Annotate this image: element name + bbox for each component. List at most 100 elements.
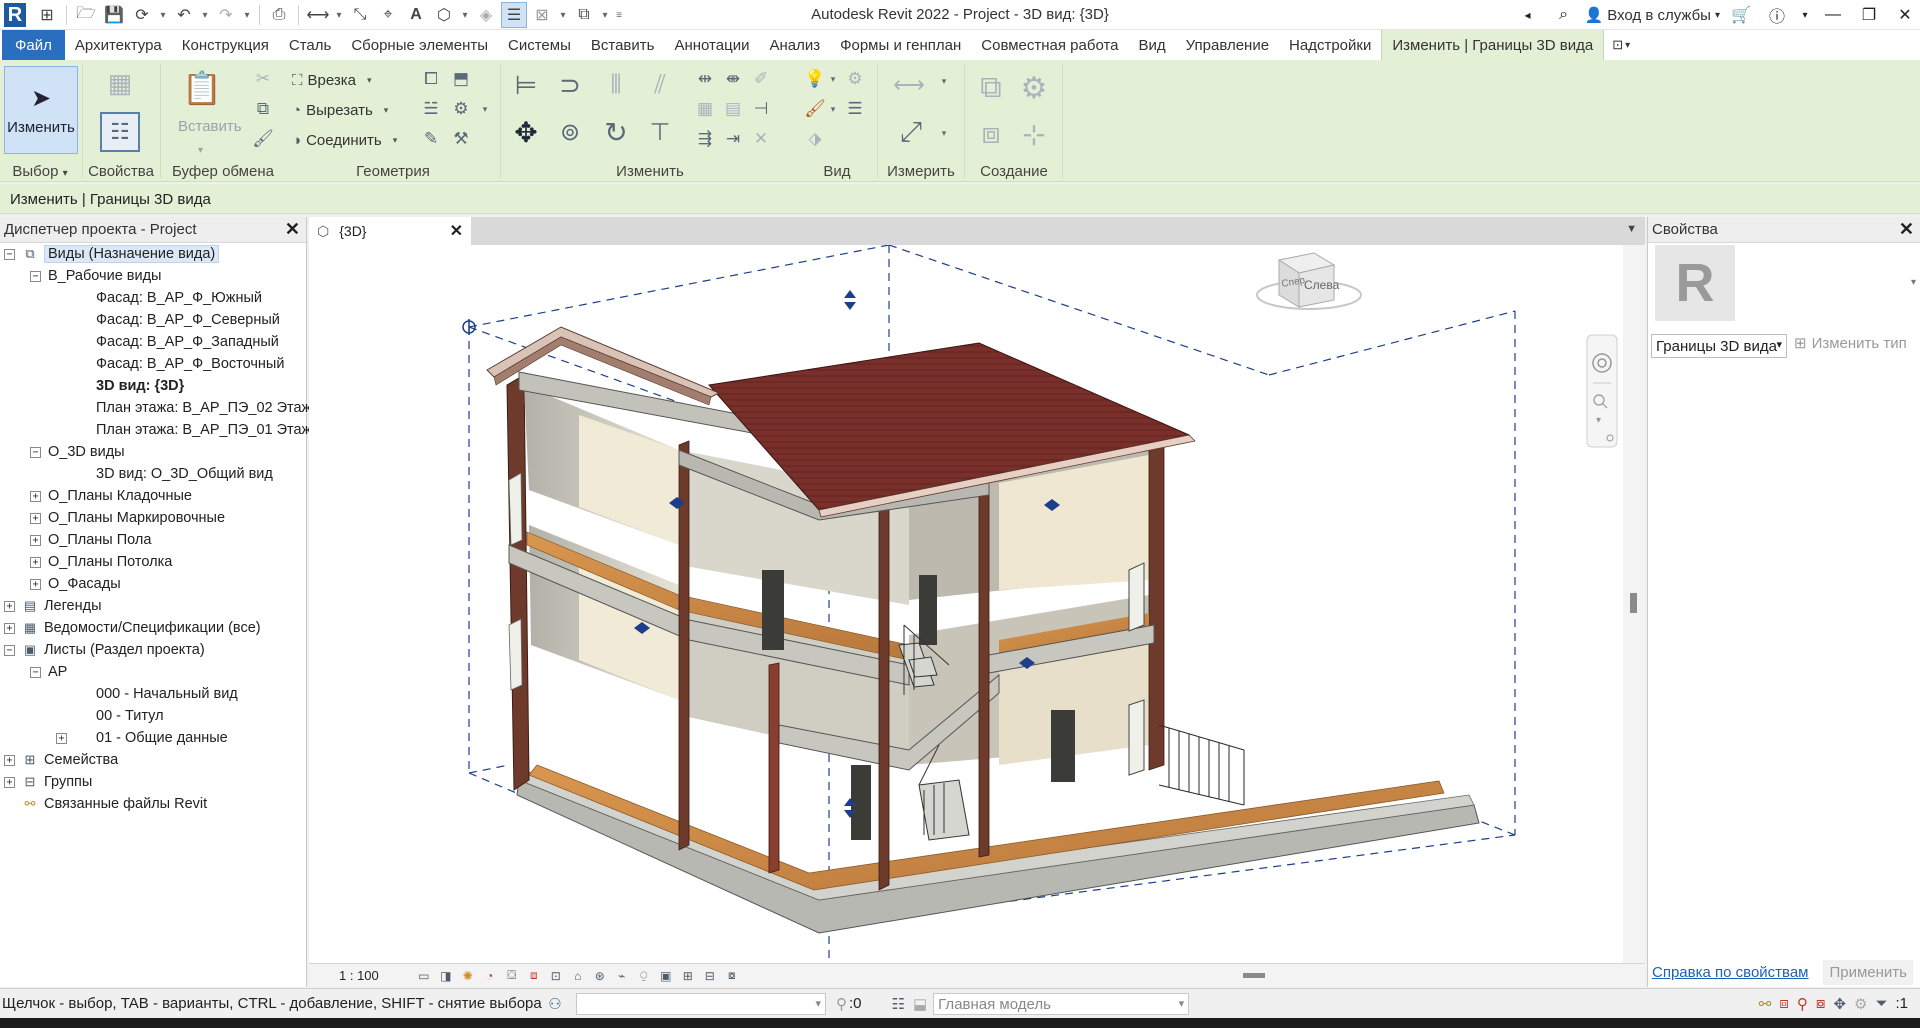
tab-massing-site[interactable]: Формы и генплан (830, 30, 971, 60)
dimension-icon[interactable]: ⤡ (347, 2, 373, 28)
restore-icon[interactable]: ❐ (1854, 0, 1884, 30)
tab-architecture[interactable]: Архитектура (65, 30, 172, 60)
tree-item[interactable]: План этажа: В_АР_ПЭ_01 Этаж (0, 419, 311, 441)
expand-icon[interactable]: + (4, 776, 15, 788)
trim-extend-icon[interactable]: ⊤ (642, 114, 678, 150)
tree-item[interactable]: 000 - Начальный вид (0, 683, 306, 705)
view-canvas[interactable]: Спер Слева ▾ (309, 244, 1623, 963)
copy-element-icon[interactable]: ⊚ (552, 114, 588, 150)
close-tab-icon[interactable]: ✕ (450, 221, 463, 241)
cut-geometry-button[interactable]: ◔ Вырезать ▾ (292, 98, 388, 122)
tree-item[interactable]: − ▣ Листы (Раздел проекта) (0, 639, 306, 661)
crop-view-icon[interactable]: ⧈ (523, 967, 545, 985)
paste-icon[interactable]: 📋 (182, 68, 222, 108)
tree-item[interactable]: 3D вид: О_3D_Общий вид (0, 463, 306, 485)
copy-icon[interactable]: ⧉ (250, 98, 276, 120)
filter-icon[interactable]: ⏷ (1875, 995, 1887, 1012)
create-parts-icon[interactable]: ⚙ (1014, 68, 1054, 108)
save-icon[interactable]: 💾 (101, 2, 127, 28)
create-group-icon[interactable]: ⧈ (970, 114, 1012, 154)
properties-icon[interactable]: ☷ (100, 112, 140, 152)
expand-icon[interactable]: + (30, 578, 41, 590)
tree-item[interactable]: Фасад: В_АР_Ф_Восточный (0, 353, 306, 375)
panel-label-select[interactable]: Выбор ▾ (0, 163, 80, 180)
select-links-icon[interactable]: ⚯ (1759, 995, 1772, 1013)
open-icon[interactable]: 🗁 (73, 2, 99, 28)
worksharing-icon[interactable]: ⍜ (633, 967, 655, 985)
type-properties-icon[interactable]: ▦ (102, 68, 138, 98)
tree-item[interactable]: + О_Фасады (0, 573, 306, 595)
highlight-displacement-icon[interactable]: ⊞ (677, 967, 699, 985)
tree-item[interactable]: − В_Рабочие виды (0, 265, 306, 287)
wall-joins-icon[interactable]: ⧠ (418, 68, 444, 90)
rotate-icon[interactable]: ↻ (598, 114, 634, 150)
section-icon[interactable]: ◈ (473, 2, 499, 28)
demolish-icon[interactable]: ☱ (418, 98, 444, 120)
sun-path-icon[interactable]: ✺ (457, 967, 479, 985)
match-properties-icon[interactable]: 🖌 (250, 128, 276, 150)
minimize-icon[interactable]: — (1818, 0, 1848, 30)
editable-only-icon[interactable]: ⚲ (836, 995, 847, 1013)
shadows-icon[interactable]: ◔ (479, 967, 501, 985)
create-assembly-icon[interactable]: ⧉ (970, 68, 1012, 108)
select-by-face-icon[interactable]: ⧇ (1816, 995, 1826, 1012)
expand-icon[interactable]: + (4, 600, 15, 612)
tree-item[interactable]: − О_3D виды (0, 441, 306, 463)
3d-model-view[interactable]: Спер Слева ▾ (309, 244, 1623, 963)
trim-multiple-icon[interactable]: ⇶ (692, 128, 718, 150)
3d-view-icon[interactable]: ⬡ (431, 2, 457, 28)
workset-icon[interactable]: ⚇ (542, 995, 568, 1013)
tab-steel[interactable]: Сталь (279, 30, 341, 60)
rendering-icon[interactable]: ⛋ (501, 967, 523, 985)
design-options-icon[interactable]: ☷ (892, 995, 905, 1013)
split-gap-icon[interactable]: ⇼ (720, 68, 746, 90)
measure-icon[interactable]: ⟷ (305, 2, 331, 28)
chevron-down-icon[interactable]: ▾ (472, 98, 498, 120)
tree-item[interactable]: − ⧉ Виды (Назначение вида) (0, 243, 306, 265)
array-icon[interactable]: ▦ (692, 98, 718, 120)
tree-item[interactable]: 00 - Титул (0, 705, 306, 727)
aligned-dimension-icon[interactable]: ⤢ (891, 112, 931, 152)
tab-insert[interactable]: Вставить (581, 30, 665, 60)
horizontal-scrollbar-thumb[interactable] (1243, 973, 1265, 978)
tab-collaborate[interactable]: Совместная работа (971, 30, 1128, 60)
create-similar-icon[interactable]: ⊹ (1014, 114, 1054, 154)
redo-dropdown-icon[interactable]: ▾ (241, 2, 253, 28)
analytical-model-icon[interactable]: ▣ (655, 967, 677, 985)
type-selector[interactable]: Границы 3D вида ▾ (1651, 334, 1787, 358)
delete-icon[interactable]: ✕ (748, 128, 774, 150)
sync-icon[interactable]: ⟳ (129, 2, 155, 28)
tree-item[interactable]: + О_Планы Пола (0, 529, 306, 551)
revit-logo-icon[interactable]: R (4, 3, 26, 27)
scale-icon[interactable]: ▤ (720, 98, 746, 120)
reveal-hidden-icon[interactable]: ⌁ (611, 967, 633, 985)
switch-windows-dropdown-icon[interactable]: ▾ (599, 2, 611, 28)
tree-item[interactable]: + О_Планы Кладочные (0, 485, 306, 507)
text-icon[interactable]: A (403, 2, 429, 28)
rotate-grip-icon[interactable] (462, 319, 476, 335)
main-model-icon[interactable]: ⬓ (913, 995, 927, 1013)
sync-dropdown-icon[interactable]: ▾ (157, 2, 169, 28)
expand-icon[interactable]: + (30, 512, 41, 524)
tab-annotate[interactable]: Аннотации (664, 30, 759, 60)
mirror-draw-icon[interactable]: ⫽ (642, 68, 678, 102)
redo-icon[interactable]: ↷ (213, 2, 239, 28)
3d-view-dropdown-icon[interactable]: ▾ (459, 2, 471, 28)
background-process-icon[interactable]: ⚙ (1854, 995, 1867, 1013)
paste-button[interactable]: Вставить (178, 114, 242, 138)
tab-manage[interactable]: Управление (1176, 30, 1279, 60)
view-cube[interactable]: Спер Слева (1256, 252, 1362, 310)
tree-item[interactable]: + О_Планы Потолка (0, 551, 306, 573)
tree-item[interactable]: ⚯ Связанные файлы Revit (0, 793, 306, 815)
tab-file[interactable]: Файл (2, 30, 65, 60)
collapse-icon[interactable]: − (30, 666, 41, 678)
expand-icon[interactable]: + (4, 754, 15, 766)
selection-box-icon[interactable]: ⬗ (802, 128, 828, 150)
apply-button[interactable]: Применить (1823, 959, 1913, 985)
collapse-icon[interactable]: − (30, 270, 41, 282)
modify-button[interactable]: ➤ Изменить (4, 66, 78, 154)
visual-style-icon[interactable]: ◨ (435, 967, 457, 985)
tree-item[interactable]: + ▤ Легенды (0, 595, 306, 617)
select-underlay-icon[interactable]: ⧈ (1779, 995, 1789, 1012)
chevron-left-icon[interactable]: ◂ (1513, 0, 1543, 30)
